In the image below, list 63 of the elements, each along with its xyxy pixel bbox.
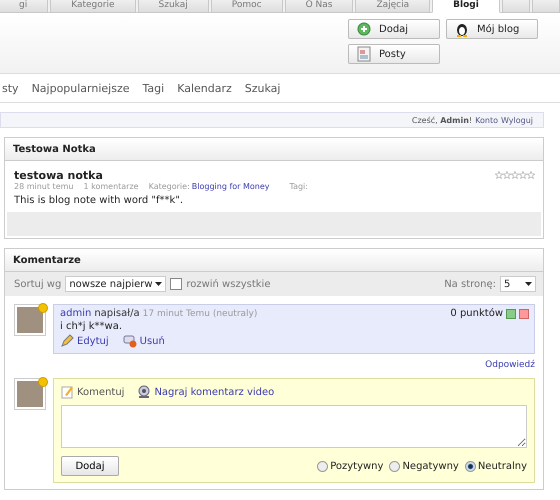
penguin-icon	[455, 21, 469, 37]
sort-dropdown[interactable]: nowsze najpierw	[65, 276, 166, 292]
webcam-icon	[137, 385, 152, 399]
radio-button[interactable]	[464, 460, 476, 472]
delete-icon	[122, 334, 137, 348]
radio-button[interactable]	[317, 460, 328, 472]
nav-tab[interactable]: gi	[0, 0, 48, 13]
nav-link[interactable]: Kalendarz	[177, 82, 232, 94]
sort-label: Sortuj wg	[14, 278, 62, 290]
radio-label: Pozytywny	[330, 460, 384, 472]
nav-tab[interactable]: Blogi	[432, 0, 500, 13]
comment-action-link[interactable]: Edytuj	[60, 334, 109, 348]
points-text: 0 punktów	[450, 308, 503, 319]
comment-tab[interactable]: Komentuj	[61, 385, 124, 399]
nav-tab[interactable]: Zajęcia	[355, 0, 430, 13]
nav-tab[interactable]: Kategorie	[50, 0, 136, 13]
user-link[interactable]: Wyloguj	[501, 116, 533, 124]
author-link[interactable]: admin	[60, 308, 92, 319]
per-page-dropdown[interactable]: 5	[500, 276, 536, 292]
radio-label: Neutralny	[478, 460, 527, 472]
comment-verb: napisał/a	[94, 308, 140, 319]
comment-count: 1 komentarze	[83, 182, 139, 191]
radio-label: Negatywny	[402, 460, 459, 472]
comment-meta: 17 minut Temu (neutraly)	[142, 308, 258, 318]
nav-tab[interactable]: Pomoc	[210, 0, 283, 13]
video-comment-link[interactable]: Nagraj komentarz video	[137, 385, 274, 399]
reply-link[interactable]: Odpowiedź	[485, 360, 535, 370]
avatar	[14, 304, 46, 336]
category-label: Kategorie:	[148, 182, 190, 191]
panel-title: Testowa Notka	[13, 144, 96, 154]
post-title: testowa notka	[14, 169, 103, 182]
header-button[interactable]: Posty	[348, 44, 440, 64]
header-button[interactable]: Dodaj	[348, 19, 440, 39]
panel-title: Komentarze	[13, 254, 81, 266]
avatar	[14, 378, 46, 410]
comment-action-link[interactable]: Usuń	[122, 334, 165, 348]
nav-link[interactable]: Najpopularniejsze	[32, 82, 130, 94]
nav-tab[interactable]: Szukaj	[138, 0, 209, 13]
tags-label: Tagi:	[290, 182, 308, 191]
caret-icon	[525, 282, 532, 286]
comment-text: i ch*j k**wa.	[60, 321, 124, 332]
post-body: This is blog note with word "f**k".	[14, 195, 184, 206]
star-rating[interactable]	[495, 169, 535, 182]
post-time: 28 minut temu	[14, 182, 74, 191]
minus-icon[interactable]	[519, 308, 529, 318]
plus-icon	[357, 22, 371, 36]
nav-link[interactable]: Tagi	[142, 82, 164, 94]
submit-button[interactable]: Dodaj	[61, 456, 119, 476]
caret-icon	[155, 282, 162, 286]
checkbox-label: rozwiń wszystkie	[186, 278, 270, 290]
greeting-text: Cześć, Admin!	[412, 116, 472, 124]
category-link[interactable]: Blogging for Money	[192, 182, 270, 191]
document-icon	[357, 46, 371, 62]
user-link[interactable]: Konto	[475, 116, 498, 124]
radio-button[interactable]	[389, 460, 400, 472]
header-button[interactable]: Mój blog	[446, 19, 538, 39]
comment-input[interactable]	[61, 405, 527, 448]
nav-link[interactable]: sty	[2, 82, 19, 94]
plus-icon[interactable]	[506, 308, 516, 318]
nav-tab[interactable]: O Nas	[284, 0, 354, 13]
nav-link[interactable]: Szukaj	[244, 82, 280, 94]
per-page-label: Na stronę:	[444, 278, 496, 290]
checkbox[interactable]	[170, 278, 182, 290]
